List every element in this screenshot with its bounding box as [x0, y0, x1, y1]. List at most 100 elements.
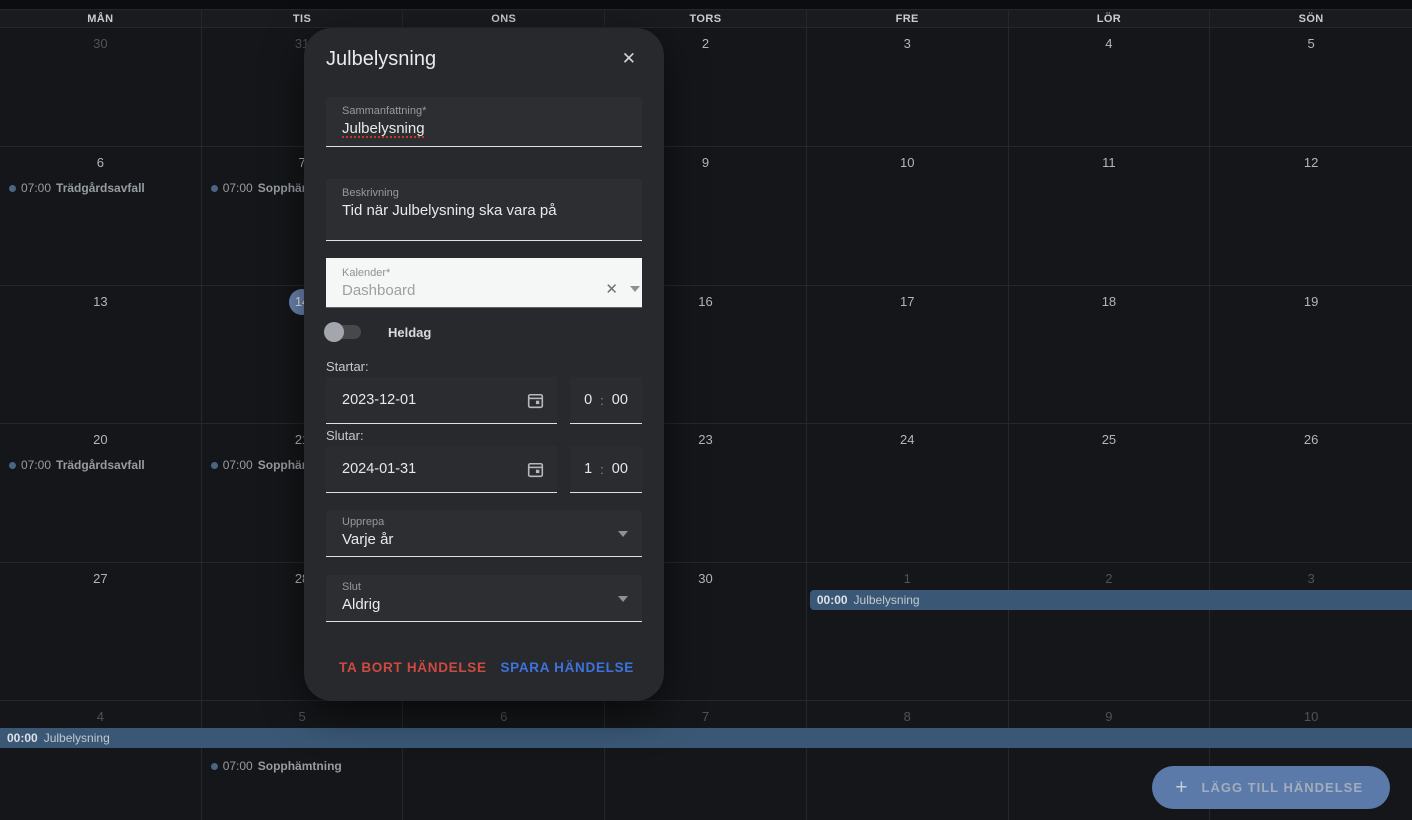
end-date-input[interactable]: 2024-01-31 [326, 446, 557, 493]
day-cell[interactable]: 2 [1009, 563, 1211, 700]
day-cell[interactable]: 17 [807, 286, 1009, 423]
event-dot [210, 762, 218, 770]
day-cell[interactable]: 20 07:00 Trädgårdsavfall [0, 424, 202, 562]
date-number: 10 [1303, 709, 1319, 724]
repeat-label: Upprepa [342, 516, 385, 528]
event-dot [210, 461, 218, 469]
event-name: Sopphämtning [257, 759, 342, 773]
day-cell[interactable]: 18 [1009, 286, 1211, 423]
chevron-down-icon [618, 531, 628, 537]
calendar-select-field[interactable]: Kalender* Dashboard ✕ [326, 258, 642, 308]
event-time: 00:00 [7, 731, 38, 745]
multi-day-event-bar[interactable]: 00:00 Julbelysning [0, 728, 1412, 748]
day-cell[interactable]: 1 [807, 563, 1009, 700]
day-cell[interactable]: 3 [807, 28, 1009, 146]
description-field[interactable]: Beskrivning Tid när Julbelysning ska var… [326, 179, 642, 241]
repeat-value: Varje år [342, 531, 394, 548]
dialog-title: Julbelysning [326, 47, 437, 70]
time-separator: : [600, 392, 604, 408]
date-number: 9 [1105, 709, 1113, 724]
event-time: 00:00 [816, 593, 848, 607]
event[interactable]: 07:00 Trädgårdsavfall [9, 458, 201, 472]
repeat-end-select[interactable]: Slut Aldrig [326, 575, 642, 622]
event-dot [210, 184, 218, 192]
day-cell[interactable]: 6 [403, 701, 606, 820]
day-header-row: MÅN TIS ONS TORS FRE LÖR SÖN [0, 9, 1412, 28]
event-name: Julbelysning [43, 731, 110, 745]
save-event-button[interactable]: SPARA HÄNDELSE [500, 660, 634, 675]
add-event-label: LÄGG TILL HÄNDELSE [1201, 780, 1363, 795]
day-cell[interactable]: 12 [1210, 147, 1412, 285]
end-date-value: 2024-01-31 [342, 461, 417, 477]
day-cell[interactable]: 11 [1009, 147, 1211, 285]
event[interactable]: 07:00 Sopphämtning [210, 759, 403, 773]
event-dot [9, 461, 16, 469]
day-header: ONS [403, 10, 606, 27]
event-name: Trädgårdsavfall [56, 458, 145, 472]
day-header: SÖN [1298, 12, 1324, 25]
day-cell[interactable]: 10 [807, 147, 1009, 285]
day-cell[interactable]: 26 [1210, 424, 1412, 562]
end-label: Slutar: [326, 428, 364, 443]
end-time-input[interactable]: 1 : 00 [570, 446, 642, 493]
week-row: 303112345 [0, 28, 1412, 147]
calendar-icon [527, 462, 544, 477]
close-icon[interactable]: ✕ [616, 47, 642, 71]
top-strip [0, 0, 1412, 9]
all-day-toggle[interactable] [324, 322, 361, 342]
event-time: 07:00 [21, 181, 52, 195]
day-cell[interactable]: 13 [0, 286, 202, 423]
start-row: 2023-12-01 0 : 00 [326, 377, 642, 424]
date-number: 11 [1102, 155, 1116, 170]
date-number: 25 [1101, 432, 1117, 447]
day-cell[interactable]: 5 07:00 Sopphämtning [202, 701, 404, 820]
summary-field[interactable]: Sammanfattning* Julbelysning [326, 97, 642, 147]
date-number: 5 [1307, 36, 1315, 51]
day-cell[interactable]: 3 [1210, 563, 1412, 700]
delete-event-button[interactable]: TA BORT HÄNDELSE [339, 660, 487, 675]
date-number: 4 [96, 709, 104, 724]
dialog-header: Julbelysning ✕ [326, 28, 642, 71]
date-number: 20 [93, 432, 108, 447]
day-cell[interactable]: 6 07:00 Trädgårdsavfall [0, 147, 202, 285]
start-minute: 00 [611, 392, 628, 408]
day-cell[interactable]: 4 [1009, 28, 1211, 146]
day-cell[interactable]: 27 [0, 563, 202, 700]
day-cell[interactable]: 5 [1210, 28, 1412, 146]
date-number: 3 [1307, 571, 1315, 586]
day-header: LÖR [1009, 10, 1211, 27]
date-number: 12 [1303, 155, 1319, 170]
chevron-down-icon [618, 596, 628, 602]
day-cell[interactable]: 30 [0, 28, 202, 146]
multi-day-event-bar[interactable]: 00:00 Julbelysning [809, 590, 1412, 610]
date-number: 7 [701, 709, 710, 724]
repeat-end-value: Aldrig [342, 596, 381, 613]
date-number: 30 [93, 36, 108, 51]
start-time-input[interactable]: 0 : 00 [570, 377, 642, 424]
date-number: 24 [899, 432, 915, 447]
day-cell[interactable]: 7 [605, 701, 807, 820]
date-number: 19 [1303, 294, 1319, 309]
end-hour: 1 [584, 461, 593, 477]
day-header: FRE [807, 10, 1009, 27]
summary-label: Sammanfattning* [342, 105, 427, 117]
day-cell[interactable]: 19 [1210, 286, 1412, 423]
date-number: 1 [903, 571, 911, 586]
start-label: Startar: [326, 359, 369, 374]
day-cell[interactable]: 25 [1009, 424, 1211, 562]
day-cell[interactable]: 8 [807, 701, 1009, 820]
day-cell[interactable]: 4 [0, 701, 202, 820]
date-number: 17 [899, 294, 915, 309]
summary-value: Julbelysning [342, 120, 425, 137]
day-cell[interactable]: 24 [807, 424, 1009, 562]
start-date-input[interactable]: 2023-12-01 [326, 377, 557, 424]
chevron-down-icon[interactable] [630, 286, 640, 292]
clear-icon[interactable]: ✕ [605, 280, 618, 298]
date-number: 13 [93, 294, 108, 309]
calendar-app: MÅNTISONSTORSFRELÖRSÖN 303112345607:00Tr… [0, 0, 1412, 820]
week-row: 27282930123 [0, 563, 1412, 701]
start-date-value: 2023-12-01 [342, 392, 417, 408]
repeat-select[interactable]: Upprepa Varje år [326, 510, 642, 557]
event[interactable]: 07:00 Trädgårdsavfall [9, 181, 201, 195]
add-event-button[interactable]: + LÄGG TILL HÄNDELSE [1152, 766, 1390, 809]
